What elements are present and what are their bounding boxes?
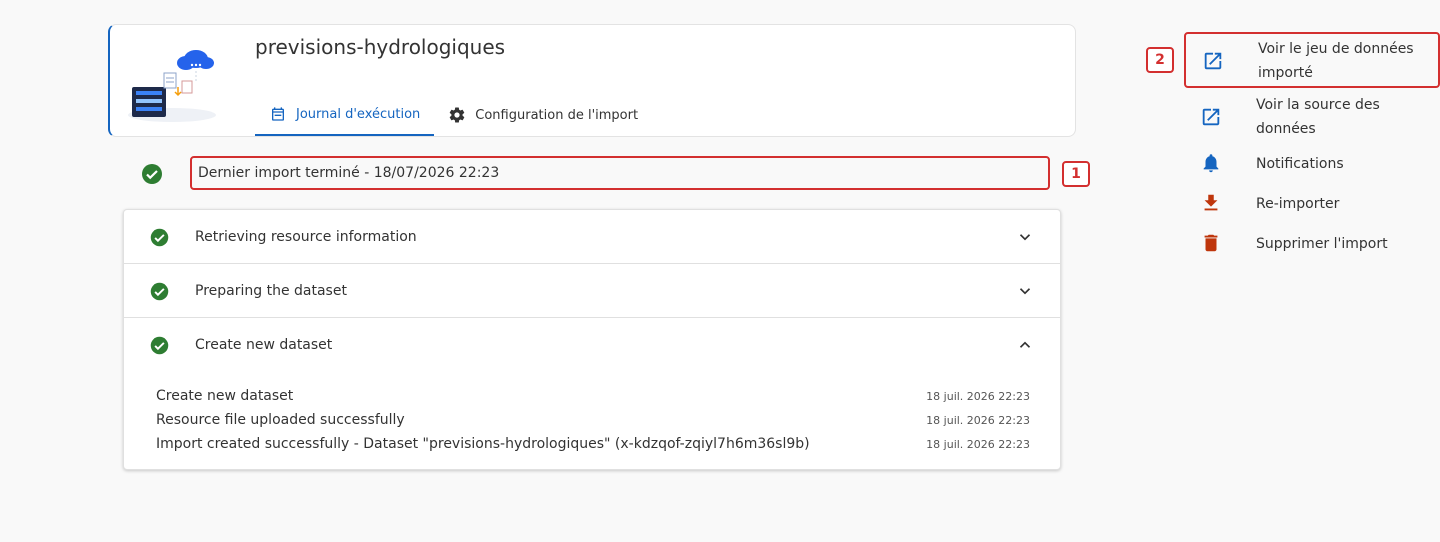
action-label: Voir le jeu de données importé bbox=[1258, 41, 1414, 81]
log-entry: Resource file uploaded successfully 18 j… bbox=[156, 408, 1030, 432]
chevron-up-icon[interactable] bbox=[1016, 336, 1034, 354]
check-circle-icon bbox=[150, 228, 169, 247]
tab-execution-log[interactable]: Journal d'exécution bbox=[255, 94, 435, 136]
step-preparing-dataset[interactable]: Preparing the dataset bbox=[124, 264, 1060, 318]
action-label: Re-importer bbox=[1256, 196, 1340, 212]
step-label: Preparing the dataset bbox=[195, 283, 347, 299]
bell-icon bbox=[1203, 154, 1219, 173]
chevron-down-icon[interactable] bbox=[1016, 282, 1034, 300]
action-label: Notifications bbox=[1256, 156, 1344, 172]
notifications-button[interactable]: Notifications bbox=[1184, 150, 1440, 178]
step-label: Create new dataset bbox=[195, 337, 333, 353]
log-entry: Import created successfully - Dataset "p… bbox=[156, 432, 1030, 456]
calendar-icon bbox=[269, 105, 287, 123]
view-imported-dataset-button[interactable]: Voir le jeu de données importé bbox=[1184, 32, 1440, 88]
open-in-new-icon bbox=[1202, 108, 1220, 126]
step-create-dataset[interactable]: Create new dataset bbox=[124, 318, 1060, 372]
download-icon bbox=[1204, 194, 1218, 211]
tab-label: Configuration de l'import bbox=[475, 107, 639, 123]
log-timestamp: 18 juil. 2026 22:23 bbox=[926, 437, 1030, 451]
log-message: Resource file uploaded successfully bbox=[156, 412, 405, 428]
step-log-list: Create new dataset 18 juil. 2026 22:23 R… bbox=[156, 384, 1030, 456]
import-tabs: Journal d'exécution Configuration de l'i… bbox=[255, 94, 652, 136]
reimport-button[interactable]: Re-importer bbox=[1184, 190, 1440, 218]
log-timestamp: 18 juil. 2026 22:23 bbox=[926, 389, 1030, 403]
check-circle-icon bbox=[150, 282, 169, 301]
page-title: previsions-hydrologiques bbox=[255, 35, 506, 59]
log-message: Create new dataset bbox=[156, 388, 294, 404]
gear-icon bbox=[448, 106, 466, 124]
tab-import-configuration[interactable]: Configuration de l'import bbox=[434, 94, 652, 136]
step-label: Retrieving resource information bbox=[195, 229, 417, 245]
open-in-new-icon bbox=[1204, 52, 1222, 70]
annotation-marker-1: 1 bbox=[1062, 161, 1090, 187]
import-steps-panel: Retrieving resource information Preparin… bbox=[123, 209, 1061, 470]
check-circle-icon bbox=[150, 336, 169, 355]
last-import-status-text: Dernier import terminé - 18/07/2026 22:2… bbox=[190, 156, 1050, 190]
annotation-marker-2: 2 bbox=[1146, 47, 1174, 73]
action-label: Supprimer l'import bbox=[1256, 236, 1388, 252]
check-circle-icon bbox=[142, 164, 162, 184]
log-timestamp: 18 juil. 2026 22:23 bbox=[926, 413, 1030, 427]
view-data-source-button[interactable]: Voir la source des données bbox=[1184, 90, 1440, 144]
trash-icon bbox=[1204, 234, 1218, 252]
tab-label: Journal d'exécution bbox=[296, 106, 421, 122]
delete-import-button[interactable]: Supprimer l'import bbox=[1184, 230, 1440, 258]
step-retrieving-resource[interactable]: Retrieving resource information bbox=[124, 210, 1060, 264]
import-header-card: previsions-hydrologiques Journal d'exécu… bbox=[108, 24, 1076, 137]
data-import-illustration bbox=[128, 50, 216, 122]
log-entry: Create new dataset 18 juil. 2026 22:23 bbox=[156, 384, 1030, 408]
log-message: Import created successfully - Dataset "p… bbox=[156, 436, 810, 452]
action-label: Voir la source des données bbox=[1256, 97, 1380, 137]
chevron-down-icon[interactable] bbox=[1016, 228, 1034, 246]
